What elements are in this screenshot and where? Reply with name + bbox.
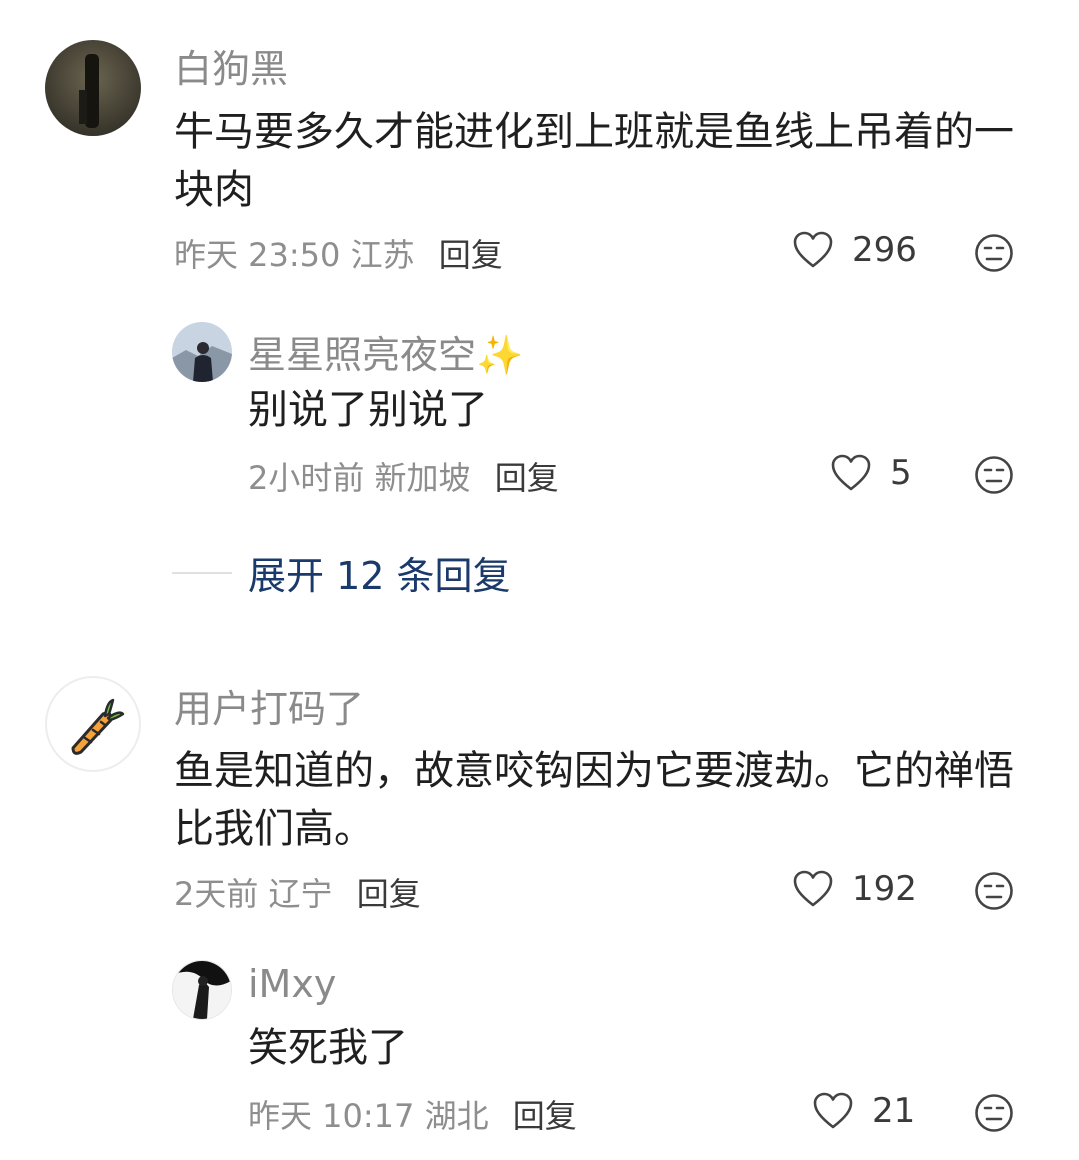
like-count: 192 xyxy=(852,869,917,909)
dislike-button[interactable] xyxy=(974,871,1014,915)
reply-button[interactable]: 回复 xyxy=(357,875,421,913)
dislike-button[interactable] xyxy=(974,455,1014,499)
avatar[interactable] xyxy=(172,960,232,1020)
dislike-face-icon xyxy=(975,456,1013,494)
dislike-face-icon xyxy=(975,872,1013,910)
location: 辽宁 xyxy=(268,875,333,913)
username[interactable]: 用户打码了 xyxy=(174,678,364,733)
like-button[interactable]: 21 xyxy=(812,1091,915,1131)
expand-replies-label: 展开 12 条回复 xyxy=(248,554,511,598)
reply-text: 笑死我了 xyxy=(248,1025,408,1071)
dislike-button[interactable] xyxy=(974,233,1014,277)
carrot-icon xyxy=(71,698,125,755)
comment-text: 鱼是知道的，故意咬钩因为它要渡劫。它的禅悟比我们高。 xyxy=(174,748,1014,852)
comment-text: 牛马要多久才能进化到上班就是鱼线上吊着的一块肉 xyxy=(174,109,1014,213)
username[interactable]: 白狗黑 xyxy=(174,38,288,93)
dislike-button[interactable] xyxy=(974,1093,1014,1137)
comment-meta: 昨天 23:50 江苏 回复 xyxy=(174,230,503,276)
avatar[interactable] xyxy=(172,322,232,382)
dislike-face-icon xyxy=(975,1094,1013,1132)
like-button[interactable]: 192 xyxy=(792,869,917,909)
like-count: 21 xyxy=(872,1091,916,1131)
heart-outline-icon xyxy=(793,231,833,268)
heart-outline-icon xyxy=(813,1092,853,1129)
like-count: 296 xyxy=(852,230,917,270)
reply-text: 别说了别说了 xyxy=(248,387,488,433)
like-button[interactable]: 5 xyxy=(830,453,912,493)
reply-meta: 昨天 10:17 湖北 回复 xyxy=(248,1091,577,1137)
reply-meta: 2小时前 新加坡 回复 xyxy=(248,453,559,499)
timestamp: 2天前 xyxy=(174,875,259,913)
location: 湖北 xyxy=(424,1097,489,1135)
username[interactable]: iMxy xyxy=(248,962,336,1006)
reply-button[interactable]: 回复 xyxy=(513,1097,577,1135)
timestamp: 昨天 10:17 xyxy=(248,1097,415,1135)
avatar[interactable] xyxy=(45,40,141,136)
timestamp: 昨天 23:50 xyxy=(174,236,341,274)
expand-replies-button[interactable]: 展开 12 条回复 xyxy=(172,545,511,600)
divider xyxy=(172,571,232,574)
like-count: 5 xyxy=(890,453,912,493)
heart-outline-icon xyxy=(793,870,833,907)
dislike-face-icon xyxy=(975,234,1013,272)
timestamp: 2小时前 xyxy=(248,459,365,497)
comment-meta: 2天前 辽宁 回复 xyxy=(174,869,421,915)
reply-button[interactable]: 回复 xyxy=(495,459,559,497)
reply-button[interactable]: 回复 xyxy=(439,236,503,274)
like-button[interactable]: 296 xyxy=(792,230,917,270)
avatar[interactable] xyxy=(45,676,141,772)
username[interactable]: 星星照亮夜空✨ xyxy=(248,324,523,379)
location: 新加坡 xyxy=(374,459,471,497)
heart-outline-icon xyxy=(831,454,871,491)
location: 江苏 xyxy=(350,236,415,274)
